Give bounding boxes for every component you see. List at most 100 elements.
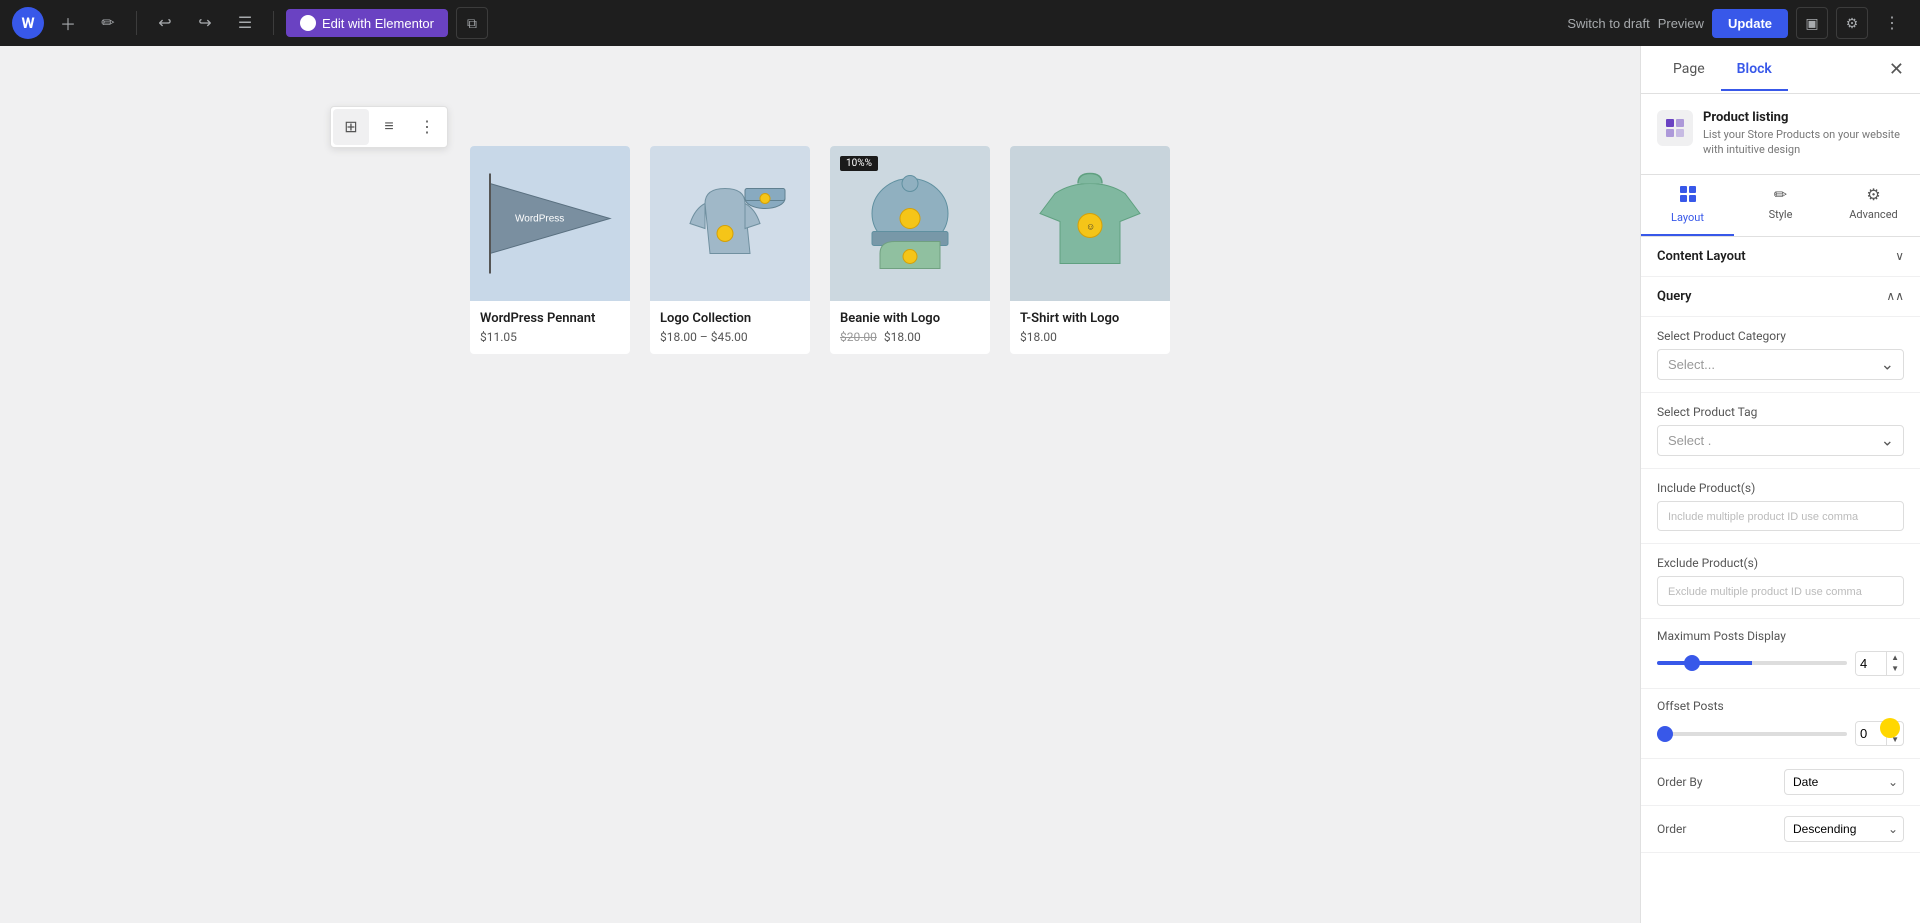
product-listing-icon	[1665, 118, 1685, 138]
add-block-button[interactable]: ＋	[52, 7, 84, 39]
exclude-products-group: Exclude Product(s)	[1641, 544, 1920, 619]
product-name: WordPress Pennant	[480, 311, 620, 326]
select-product-category-input[interactable]: Select...	[1657, 349, 1904, 380]
block-info: Product listing List your Store Products…	[1641, 94, 1920, 175]
update-button[interactable]: Update	[1712, 9, 1788, 38]
svg-text:WordPress: WordPress	[515, 214, 564, 225]
settings-icon: ⚙	[1846, 15, 1859, 32]
list-icon: ≡	[384, 118, 393, 136]
offset-posts-slider-row: ▲ ▼	[1657, 721, 1904, 746]
switch-draft-button[interactable]: Switch to draft	[1567, 16, 1649, 31]
redo-button[interactable]: ↪	[189, 7, 221, 39]
max-posts-value-wrap: ▲ ▼	[1855, 651, 1904, 676]
product-card: 10%% Be	[830, 146, 990, 354]
offset-posts-slider[interactable]	[1657, 732, 1847, 736]
product-info: T-Shirt with Logo $18.00	[1010, 301, 1170, 354]
max-posts-slider[interactable]	[1657, 661, 1847, 665]
order-select[interactable]: Descending Ascending	[1784, 816, 1904, 842]
query-section[interactable]: Query ∧	[1641, 277, 1920, 317]
product-price: $18.00	[1020, 330, 1160, 344]
list-view-icon: ☰	[238, 13, 252, 33]
copy-button[interactable]: ⧉	[456, 7, 488, 39]
layout-icon	[1679, 185, 1697, 207]
select-product-tag-input[interactable]: Select .	[1657, 425, 1904, 456]
sub-tab-advanced[interactable]: ⚙ Advanced	[1827, 175, 1920, 236]
undo-button[interactable]: ↩	[149, 7, 181, 39]
tab-page-label: Page	[1673, 61, 1705, 77]
product-image-wrap	[650, 146, 810, 301]
sub-tab-style[interactable]: ✏ Style	[1734, 175, 1827, 236]
product-name: Beanie with Logo	[840, 311, 980, 326]
switch-draft-label: Switch to draft	[1567, 16, 1649, 31]
max-posts-label: Maximum Posts Display	[1657, 629, 1904, 643]
tab-block[interactable]: Block	[1721, 49, 1788, 91]
block-more-button[interactable]: ⋮	[409, 109, 445, 145]
query-chevron: ∧	[1886, 289, 1904, 303]
grid-view-button[interactable]: ⊞	[333, 109, 369, 145]
product-name: T-Shirt with Logo	[1020, 311, 1160, 326]
content-layout-chevron: ∨	[1895, 249, 1904, 263]
price-value: $18.00	[1020, 330, 1057, 344]
price-value: $11.05	[480, 330, 517, 344]
tools-button[interactable]: ✏	[92, 7, 124, 39]
panel-header: Page Block ✕	[1641, 46, 1920, 94]
content-layout-section[interactable]: Content Layout ∨	[1641, 237, 1920, 277]
wp-logo[interactable]: W	[12, 7, 44, 39]
pencil-icon: ✏	[101, 13, 114, 33]
toolbar-right: Switch to draft Preview Update ▣ ⚙ ⋮	[1567, 7, 1908, 39]
product-price: $20.00 $18.00	[840, 330, 980, 344]
product-card: Logo Collection $18.00 – $45.00	[650, 146, 810, 354]
product-badge: 10%%	[840, 156, 878, 171]
product-info: Logo Collection $18.00 – $45.00	[650, 301, 810, 354]
products-grid: WordPress WordPress Pennant $11.05	[470, 146, 1170, 354]
list-view-button[interactable]: ☰	[229, 7, 261, 39]
select-product-category-group: Select Product Category Select...	[1641, 317, 1920, 393]
more-options-button[interactable]: ⋮	[1876, 7, 1908, 39]
order-by-select[interactable]: Date Title Price	[1784, 769, 1904, 795]
sub-tab-style-label: Style	[1769, 208, 1793, 221]
original-price: $20.00	[840, 330, 877, 344]
copy-icon: ⧉	[467, 15, 477, 32]
order-by-group: Order By Date Title Price	[1641, 759, 1920, 806]
panel-content: Content Layout ∨ Query ∧ Select Product …	[1641, 237, 1920, 923]
product-name: Logo Collection	[660, 311, 800, 326]
max-posts-increment[interactable]: ▲	[1887, 652, 1903, 664]
order-label: Order	[1657, 822, 1686, 836]
order-by-select-wrap: Date Title Price	[1784, 769, 1904, 795]
elementor-label: Edit with Elementor	[322, 16, 434, 31]
products-section: WordPress WordPress Pennant $11.05	[470, 146, 1170, 354]
include-products-input[interactable]	[1657, 501, 1904, 531]
sub-tab-layout[interactable]: Layout	[1641, 175, 1734, 236]
max-posts-decrement[interactable]: ▼	[1887, 663, 1903, 675]
query-label: Query	[1657, 289, 1691, 304]
preview-button[interactable]: Preview	[1658, 16, 1704, 31]
product-pennant-svg: WordPress	[470, 146, 630, 301]
select-product-category-wrapper: Select...	[1657, 349, 1904, 380]
sub-tabs: Layout ✏ Style ⚙ Advanced	[1641, 175, 1920, 237]
max-posts-value-input[interactable]	[1856, 652, 1886, 675]
preview-label: Preview	[1658, 16, 1704, 31]
product-image-wrap: 10%%	[830, 146, 990, 301]
panel-close-button[interactable]: ✕	[1889, 59, 1904, 80]
badge-text: 10%	[846, 158, 865, 169]
exclude-products-input[interactable]	[1657, 576, 1904, 606]
sub-tab-layout-label: Layout	[1671, 211, 1704, 224]
tab-block-label: Block	[1737, 61, 1772, 77]
price-value: $18.00	[884, 330, 921, 344]
settings-button[interactable]: ⚙	[1836, 7, 1868, 39]
add-icon: ＋	[60, 11, 76, 35]
elementor-icon	[300, 15, 316, 31]
canvas-area: ⊞ ≡ ⋮ WordPress	[0, 46, 1640, 923]
undo-icon: ↩	[158, 13, 171, 33]
main-area: ⊞ ≡ ⋮ WordPress	[0, 46, 1920, 923]
elementor-button[interactable]: Edit with Elementor	[286, 9, 448, 37]
include-products-label: Include Product(s)	[1657, 481, 1904, 495]
wp-logo-letter: W	[21, 14, 34, 32]
view-toggle-button[interactable]: ▣	[1796, 7, 1828, 39]
product-image-wrap: ☺	[1010, 146, 1170, 301]
select-product-category-label: Select Product Category	[1657, 329, 1904, 343]
product-card: WordPress WordPress Pennant $11.05	[470, 146, 630, 354]
more-icon: ⋮	[1884, 13, 1900, 33]
tab-page[interactable]: Page	[1657, 49, 1721, 91]
list-view-button-block[interactable]: ≡	[371, 109, 407, 145]
